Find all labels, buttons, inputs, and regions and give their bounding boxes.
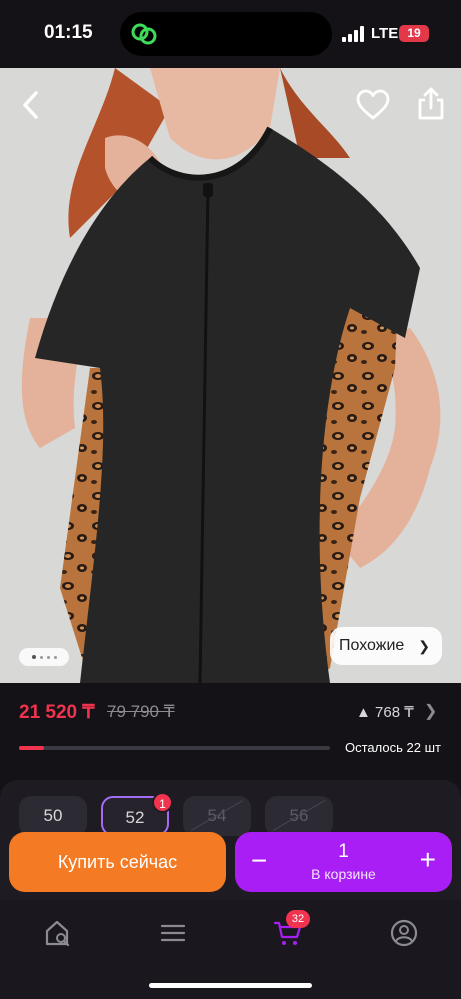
chevron-right-icon: ❯: [418, 638, 430, 654]
share-button[interactable]: [416, 86, 446, 122]
current-price: 21 520 ₸: [19, 702, 95, 723]
home-indicator: [149, 983, 312, 988]
link-app-icon: [131, 23, 157, 45]
bonus-points[interactable]: ▲ 768 ₸: [356, 703, 414, 721]
stock-left-label: Осталось 22 шт: [345, 740, 441, 755]
status-time: 01:15: [44, 22, 93, 43]
signal-icon: [342, 26, 364, 42]
gallery-page-indicator: [19, 648, 69, 666]
bonus-value: 768 ₸: [375, 704, 414, 721]
size-option-unavailable[interactable]: 56: [265, 796, 333, 836]
buy-now-button[interactable]: Купить сейчас: [9, 832, 226, 892]
triangle-up-icon: ▲: [356, 704, 371, 721]
favorite-button[interactable]: [355, 88, 391, 122]
menu-icon[interactable]: [158, 918, 188, 948]
battery-icon: 19: [399, 25, 429, 42]
similar-products-button[interactable]: Похожие ❯: [330, 627, 442, 665]
stock-progress-fill: [19, 746, 44, 750]
home-search-icon[interactable]: [43, 918, 73, 948]
back-button[interactable]: [14, 88, 48, 122]
stock-progress-bar: [19, 746, 330, 750]
size-option-unavailable[interactable]: 54: [183, 796, 251, 836]
cart-quantity-control: − 1 В корзине +: [235, 832, 452, 892]
old-price: 79 790 ₸: [107, 702, 175, 721]
network-type: LTE: [371, 25, 399, 42]
chevron-right-icon[interactable]: ❯: [424, 701, 437, 721]
share-icon: [418, 87, 444, 120]
price-section: 21 520 ₸ 79 790 ₸ ▲ 768 ₸ ❯ Осталось 22 …: [0, 683, 461, 768]
cart-count-badge: 32: [286, 910, 310, 928]
size-option[interactable]: 50: [19, 796, 87, 836]
size-count-badge: 1: [152, 792, 173, 813]
profile-icon[interactable]: [389, 918, 419, 948]
similar-label: Похожие: [339, 637, 405, 654]
heart-icon: [356, 89, 390, 120]
back-icon: [23, 91, 38, 119]
product-photo: [0, 68, 461, 683]
product-gallery[interactable]: [0, 68, 461, 683]
status-bar: 01:15 LTE 19: [0, 0, 461, 68]
increase-quantity-button[interactable]: +: [420, 845, 436, 875]
